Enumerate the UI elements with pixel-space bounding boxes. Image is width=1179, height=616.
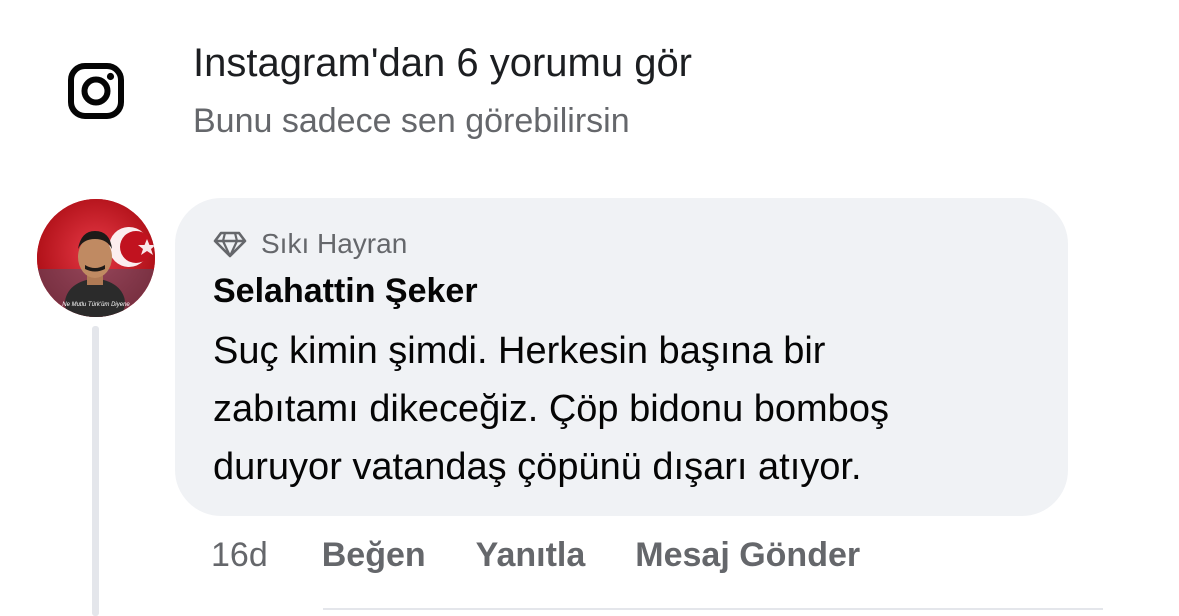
diamond-icon xyxy=(213,231,247,258)
fan-badge-label: Sıkı Hayran xyxy=(261,228,408,259)
comment-text-line: duruyor vatandaş çöpünü dışarı atıyor. xyxy=(213,446,862,488)
instagram-comments-link[interactable]: Instagram'dan 6 yorumu gör Bunu sadece s… xyxy=(0,0,1179,170)
instagram-icon xyxy=(68,63,124,119)
instagram-comments-title: Instagram'dan 6 yorumu gör xyxy=(193,41,693,85)
comment-text-line: zabıtamı dikeceğiz. Çöp bidonu bomboş xyxy=(213,388,889,430)
avatar-image: Ne Mutlu Türk'üm Diyene xyxy=(37,199,155,317)
like-button[interactable]: Beğen xyxy=(322,533,426,577)
fan-badge: Sıkı Hayran xyxy=(213,226,407,262)
comment-author[interactable]: Selahattin Şeker xyxy=(213,270,478,312)
visibility-note: Bunu sadece sen görebilirsin xyxy=(193,102,630,140)
comment-text: Suç kimin şimdi. Herkesin başına bir zab… xyxy=(213,322,1053,496)
send-message-button[interactable]: Mesaj Gönder xyxy=(635,533,860,577)
comment-actions: 16d Beğen Yanıtla Mesaj Gönder xyxy=(211,533,910,577)
avatar[interactable]: Ne Mutlu Türk'üm Diyene xyxy=(37,199,155,317)
comment-bubble[interactable]: Sıkı Hayran Selahattin Şeker Suç kimin ş… xyxy=(175,198,1068,516)
divider xyxy=(323,608,1103,610)
comment-text-line: Suç kimin şimdi. Herkesin başına bir xyxy=(213,330,826,372)
reply-button[interactable]: Yanıtla xyxy=(476,533,586,577)
comment-timestamp[interactable]: 16d xyxy=(211,533,268,577)
avatar-overlay-text: Ne Mutlu Türk'üm Diyene xyxy=(62,302,130,308)
thread-line xyxy=(92,326,99,616)
